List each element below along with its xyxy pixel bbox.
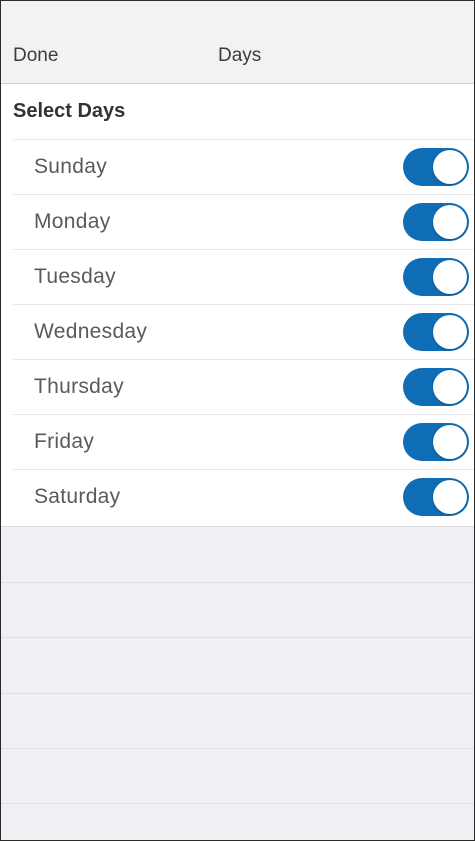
day-label: Tuesday [34,265,116,288]
toggle-knob [433,370,467,404]
day-row-thursday: Thursday [13,359,474,414]
days-list: Sunday Monday Tuesday Wednesday Thursday… [13,139,474,524]
day-row-saturday: Saturday [13,469,474,524]
nav-title: Days [218,45,262,66]
toggle-knob [433,205,467,239]
divider [1,582,474,583]
toggle-knob [433,150,467,184]
wednesday-toggle[interactable] [403,313,469,351]
toggle-knob [433,260,467,294]
friday-toggle[interactable] [403,423,469,461]
divider [1,637,474,638]
select-days-panel: Select Days Sunday Monday Tuesday Wednes… [1,84,474,527]
day-label: Wednesday [34,320,148,343]
monday-toggle[interactable] [403,203,469,241]
divider [1,693,474,694]
day-row-friday: Friday [13,414,474,469]
sunday-toggle[interactable] [403,148,469,186]
day-label: Saturday [34,485,121,508]
divider [1,748,474,749]
section-title: Select Days [13,100,126,122]
day-row-tuesday: Tuesday [13,249,474,304]
day-row-sunday: Sunday [13,139,474,194]
app-frame: Done Days Select Days Sunday Monday Tues… [0,0,475,841]
divider [1,803,474,804]
toggle-knob [433,315,467,349]
toggle-knob [433,425,467,459]
empty-table-area [1,527,474,840]
day-label: Monday [34,210,111,233]
thursday-toggle[interactable] [403,368,469,406]
tuesday-toggle[interactable] [403,258,469,296]
saturday-toggle[interactable] [403,478,469,516]
toggle-knob [433,480,467,514]
done-button[interactable]: Done [13,45,58,67]
day-row-wednesday: Wednesday [13,304,474,359]
day-label: Sunday [34,155,108,178]
day-row-monday: Monday [13,194,474,249]
navigation-bar: Done Days [1,1,474,84]
day-label: Thursday [34,375,124,398]
day-label: Friday [34,430,95,453]
